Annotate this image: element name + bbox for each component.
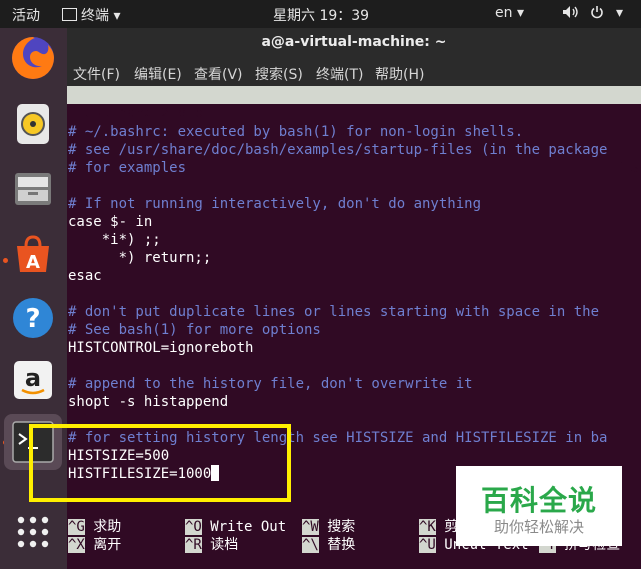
top-bar: 活动 终端 ▾ 星期六 19：39 en ▾ ▾ xyxy=(0,0,641,28)
files-icon[interactable] xyxy=(9,165,57,213)
highlight-box xyxy=(29,424,291,502)
shortcut-key: ^U xyxy=(419,537,436,553)
menu-edit[interactable]: 编辑(E) xyxy=(134,64,182,84)
shortcut-read-file[interactable]: ^R 读档 xyxy=(185,536,238,554)
editor-line: # If not running interactively, don't do… xyxy=(68,196,482,212)
nano-version: GNU nano 2.8.6 xyxy=(85,105,204,121)
shortcut-label: 搜索 xyxy=(327,519,356,535)
svg-text:?: ? xyxy=(25,304,40,334)
svg-text:a: a xyxy=(25,364,41,392)
volume-icon[interactable] xyxy=(562,5,578,23)
editor-line: # See bash(1) for more options xyxy=(68,322,321,338)
shortcut-key: ^K xyxy=(419,519,436,535)
terminal-small-icon xyxy=(62,8,77,21)
shortcut-key: ^O xyxy=(185,519,202,535)
amazon-icon[interactable]: a xyxy=(9,356,57,404)
editor-line: *) return;; xyxy=(68,250,212,266)
shortcut-label: 读档 xyxy=(210,537,239,553)
shortcut-label: 替换 xyxy=(327,537,356,553)
shortcut-help[interactable]: ^G 求助 xyxy=(68,518,121,536)
rhythmbox-icon[interactable] xyxy=(9,100,57,148)
menu-terminal[interactable]: 终端(T) xyxy=(316,64,363,84)
clock[interactable]: 星期六 19：39 xyxy=(273,5,369,25)
nano-status: 已更 xyxy=(619,159,641,175)
running-indicator xyxy=(3,258,8,263)
shortcut-key: ^\ xyxy=(302,537,319,553)
shortcut-where-is[interactable]: ^W 搜索 xyxy=(302,518,355,536)
caret-down-icon: ▾ xyxy=(113,8,121,24)
show-applications-icon[interactable] xyxy=(9,508,57,556)
editor-line: # see /usr/share/doc/bash/examples/start… xyxy=(68,142,608,158)
editor-line: HISTCONTROL=ignoreboth xyxy=(68,340,254,356)
window-title: a@a-virtual-machine: ~ xyxy=(261,34,447,50)
shortcut-label: 求助 xyxy=(93,519,122,535)
software-center-icon[interactable]: A xyxy=(9,230,57,278)
editor-line: esac xyxy=(68,268,102,284)
svg-text:A: A xyxy=(26,252,40,273)
shortcut-replace[interactable]: ^\ 替换 xyxy=(302,536,355,554)
editor-line: # for examples xyxy=(68,160,187,176)
caret-down-icon: ▾ xyxy=(516,5,524,21)
editor-line: shopt -s histappend xyxy=(68,394,229,410)
power-icon[interactable] xyxy=(590,5,604,23)
shortcut-cut-text[interactable]: ^K 剪 xyxy=(419,518,458,536)
activities-button[interactable]: 活动 xyxy=(12,5,40,25)
shortcut-label: Write Out xyxy=(210,519,287,535)
shortcut-label: 离开 xyxy=(93,537,122,553)
editor-line: # ~/.bashrc: executed by bash(1) for non… xyxy=(68,124,524,140)
nano-header: GNU nano 2.8.6 文件： /home/a/.bashrc 已更 xyxy=(67,86,641,175)
shortcut-key: ^W xyxy=(302,519,319,535)
shortcut-key: ^X xyxy=(68,537,85,553)
menu-file[interactable]: 文件(F) xyxy=(73,64,120,84)
app-menu[interactable]: 终端 ▾ xyxy=(62,5,120,25)
app-menu-label: 终端 xyxy=(81,8,109,24)
menu-search[interactable]: 搜索(S) xyxy=(255,64,303,84)
caret-down-icon[interactable]: ▾ xyxy=(616,5,623,21)
shortcut-exit[interactable]: ^X 离开 xyxy=(68,536,121,554)
language-indicator[interactable]: en ▾ xyxy=(495,5,524,21)
watermark-title: 百科全说 xyxy=(480,484,597,517)
menu-view[interactable]: 查看(V) xyxy=(194,64,243,84)
window-titlebar[interactable]: a@a-virtual-machine: ~ xyxy=(67,28,641,58)
shortcut-key: ^R xyxy=(185,537,202,553)
language-label: en xyxy=(495,5,513,21)
shortcut-write-out[interactable]: ^O Write Out xyxy=(185,518,286,536)
watermark-subtitle: 助你轻松解决 xyxy=(493,518,584,536)
editor-line: # append to the history file, don't over… xyxy=(68,376,473,392)
menu-help[interactable]: 帮助(H) xyxy=(375,64,424,84)
watermark-logo: 百科全说 助你轻松解决 xyxy=(456,466,622,546)
editor-line: *i*) ;; xyxy=(68,232,161,248)
help-icon[interactable]: ? xyxy=(9,294,57,342)
shortcut-key: ^G xyxy=(68,519,85,535)
editor-line: case $- in xyxy=(68,214,153,230)
firefox-icon[interactable] xyxy=(9,34,57,82)
terminal-menubar: 文件(F) 编辑(E) 查看(V) 搜索(S) 终端(T) 帮助(H) xyxy=(67,58,641,86)
editor-line: # don't put duplicate lines or lines sta… xyxy=(68,304,600,320)
